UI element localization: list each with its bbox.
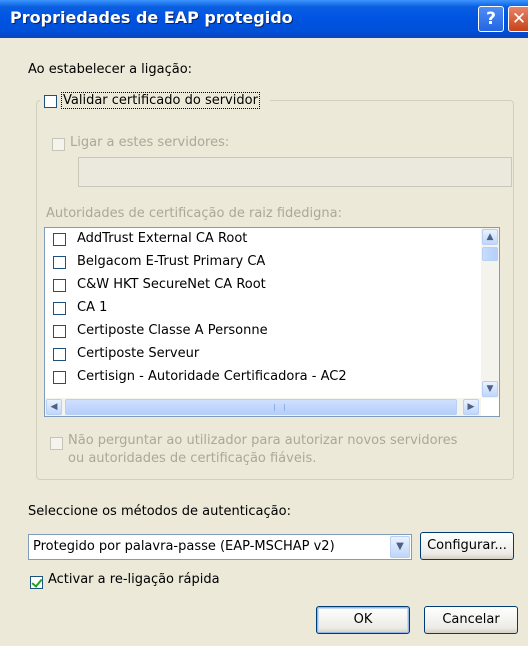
connect-heading: Ao estabelecer a ligação: bbox=[28, 62, 193, 77]
cancel-button[interactable]: Cancelar bbox=[424, 606, 518, 634]
ca-label: CA 1 bbox=[77, 300, 108, 315]
configure-button[interactable]: Configurar... bbox=[420, 532, 514, 560]
ca-checkbox[interactable] bbox=[53, 233, 66, 246]
connect-servers-label: Ligar a estes servidores: bbox=[70, 135, 230, 150]
no-prompt-label-line2: ou autoridades de certificação fiáveis. bbox=[68, 451, 317, 466]
help-icon[interactable]: ? bbox=[478, 6, 504, 32]
ca-label: Certisign - Autoridade Certificadora - A… bbox=[77, 369, 347, 384]
ca-label: C&W HKT SecureNet CA Root bbox=[77, 277, 266, 292]
scroll-down-icon[interactable]: ▼ bbox=[482, 381, 498, 397]
auth-method-label: Seleccione os métodos de autenticação: bbox=[28, 504, 291, 519]
scroll-up-icon[interactable]: ▲ bbox=[482, 229, 498, 245]
ca-checkbox[interactable] bbox=[53, 371, 66, 384]
vertical-scroll-thumb[interactable] bbox=[482, 247, 498, 261]
ca-checkbox[interactable] bbox=[53, 302, 66, 315]
ca-label: AddTrust External CA Root bbox=[77, 231, 248, 246]
auth-method-value: Protegido por palavra-passe (EAP-MSCHAP … bbox=[33, 539, 335, 554]
ca-checkbox[interactable] bbox=[53, 256, 66, 269]
title-bar[interactable]: Propriedades de EAP protegido ? ✕ bbox=[0, 0, 528, 38]
chevron-down-icon[interactable]: ▼ bbox=[390, 536, 410, 558]
validate-cert-option[interactable]: Validar certificado do servidor bbox=[40, 91, 270, 111]
grip-icon bbox=[274, 404, 285, 411]
connect-servers-checkbox[interactable] bbox=[52, 138, 65, 151]
no-prompt-label-line1: Não perguntar ao utilizador para autoriz… bbox=[68, 433, 458, 448]
fast-reconnect-checkbox[interactable] bbox=[30, 576, 43, 589]
servers-input[interactable] bbox=[78, 157, 512, 187]
ca-label: Certiposte Serveur bbox=[77, 346, 200, 361]
window-title: Propriedades de EAP protegido bbox=[10, 8, 293, 27]
validate-cert-label: Validar certificado do servidor bbox=[61, 92, 260, 109]
scroll-left-icon[interactable]: ◀ bbox=[46, 399, 62, 415]
close-icon[interactable]: ✕ bbox=[508, 6, 528, 32]
scroll-right-icon[interactable]: ▶ bbox=[463, 399, 479, 415]
fast-reconnect-label: Activar a re-ligação rápida bbox=[48, 572, 220, 587]
ok-button[interactable]: OK bbox=[316, 606, 410, 634]
root-ca-label: Autoridades de certificação de raiz fide… bbox=[46, 206, 342, 221]
ca-label: Belgacom E-Trust Primary CA bbox=[77, 254, 266, 269]
validate-cert-checkbox[interactable] bbox=[44, 95, 57, 108]
ca-checkbox[interactable] bbox=[53, 279, 66, 292]
ca-label: Certiposte Classe A Personne bbox=[77, 323, 268, 338]
horizontal-scroll-thumb[interactable] bbox=[65, 399, 457, 415]
vertical-scrollbar[interactable]: ▲ ▼ bbox=[481, 228, 499, 398]
root-ca-list[interactable]: AddTrust External CA Root Belgacom E-Tru… bbox=[44, 227, 500, 417]
eap-properties-dialog: Propriedades de EAP protegido ? ✕ Ao est… bbox=[0, 0, 528, 646]
no-prompt-checkbox[interactable] bbox=[50, 437, 63, 450]
horizontal-scrollbar[interactable]: ◀ ▶ bbox=[45, 398, 481, 416]
ca-checkbox[interactable] bbox=[53, 348, 66, 361]
auth-method-select[interactable]: Protegido por palavra-passe (EAP-MSCHAP … bbox=[28, 534, 412, 560]
ca-checkbox[interactable] bbox=[53, 325, 66, 338]
